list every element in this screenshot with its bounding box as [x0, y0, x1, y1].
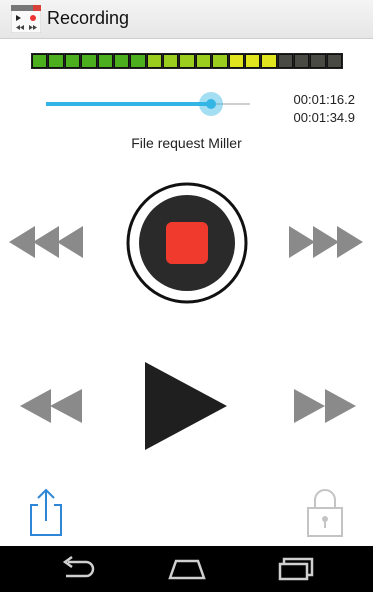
- share-icon: [30, 488, 62, 536]
- forward-icon: [294, 389, 356, 423]
- meter-segment: [163, 54, 179, 68]
- lock-icon: [307, 489, 343, 537]
- fast-rewind-icon: [9, 226, 83, 258]
- play-button[interactable]: [145, 362, 227, 450]
- action-bar: Recording: [0, 0, 373, 39]
- meter-segment: [244, 54, 261, 68]
- total-time: 00:01:34.9: [293, 110, 355, 125]
- fast-rewind-button[interactable]: [9, 226, 85, 258]
- recents-button[interactable]: [278, 557, 314, 581]
- slider-fill: [46, 102, 212, 106]
- meter-segment: [310, 54, 326, 68]
- playback-position-slider[interactable]: [46, 92, 250, 116]
- stop-record-button[interactable]: [126, 182, 248, 304]
- meter-segment: [32, 54, 48, 68]
- play-icon: [145, 362, 227, 450]
- share-button[interactable]: [28, 487, 64, 537]
- meter-segment: [277, 54, 293, 68]
- meter-segment: [195, 54, 212, 68]
- current-time: 00:01:16.2: [293, 92, 355, 107]
- slider-thumb[interactable]: [199, 92, 224, 116]
- meter-segment: [64, 54, 81, 68]
- home-button[interactable]: [168, 558, 206, 580]
- meter-segment: [179, 54, 195, 68]
- meter-segment: [228, 54, 244, 68]
- fast-forward-icon: [289, 226, 363, 258]
- meter-segment: [48, 54, 64, 68]
- recents-icon: [278, 557, 314, 581]
- meter-segment: [326, 54, 343, 68]
- meter-segment: [212, 54, 228, 68]
- back-icon: [62, 556, 95, 578]
- fast-forward-button[interactable]: [289, 226, 365, 258]
- app-title: Recording: [47, 8, 130, 28]
- back-button[interactable]: [58, 556, 96, 580]
- meter-segment: [81, 54, 97, 68]
- meter-segment: [294, 54, 310, 68]
- stop-icon: [126, 182, 248, 304]
- home-icon: [168, 559, 206, 580]
- meter-segment: [113, 54, 130, 68]
- rewind-button[interactable]: [20, 389, 84, 423]
- lock-button[interactable]: [306, 488, 344, 538]
- level-meter: [31, 53, 343, 69]
- recorder-app-icon[interactable]: [10, 4, 42, 34]
- forward-button[interactable]: [294, 389, 358, 423]
- meter-segment: [97, 54, 113, 68]
- meter-segment: [146, 54, 162, 68]
- file-name: File request Miller: [131, 135, 242, 151]
- meter-segment: [261, 54, 277, 68]
- meter-segment: [130, 54, 146, 68]
- system-nav-bar: [0, 546, 373, 592]
- rewind-icon: [20, 389, 82, 423]
